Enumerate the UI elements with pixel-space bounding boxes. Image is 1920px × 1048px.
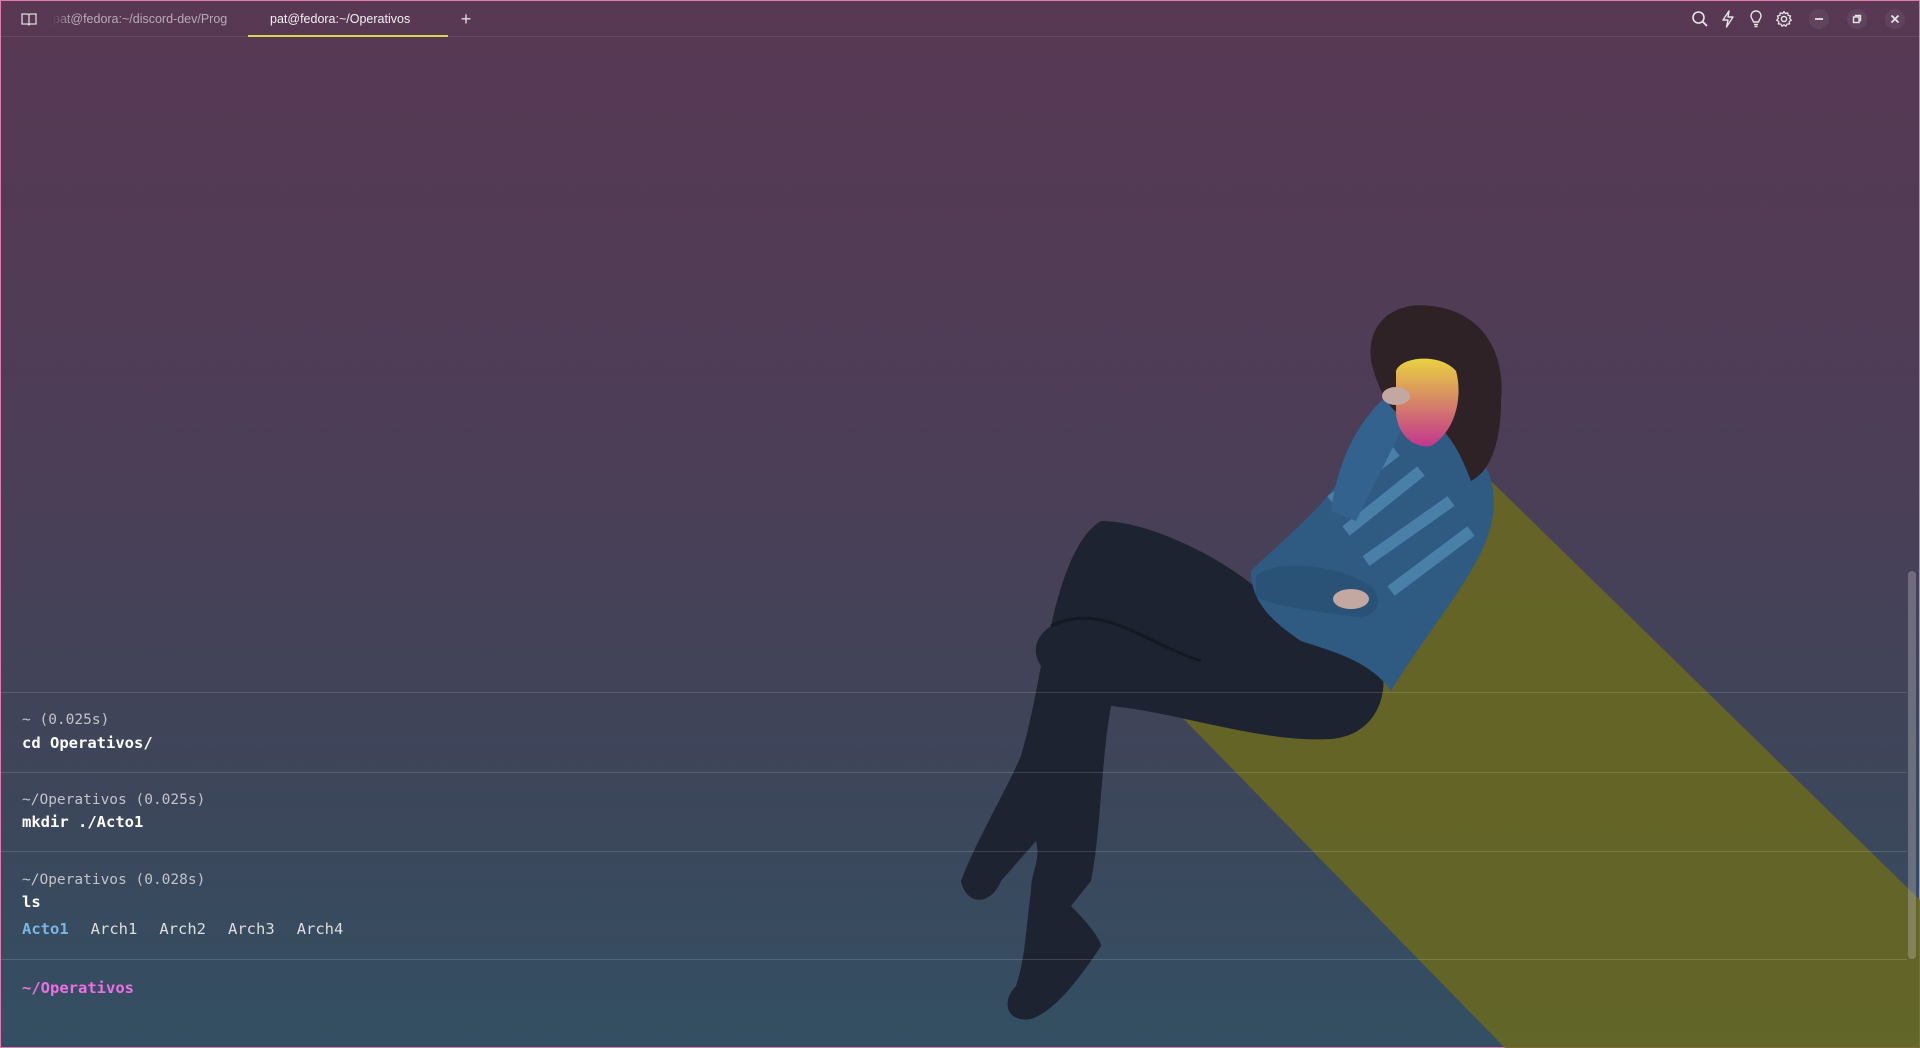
file-entry: Arch4 xyxy=(296,920,344,938)
tab-label: pat@fedora:~/Operativos xyxy=(270,12,411,26)
block-command: mkdir ./Acto1 xyxy=(22,813,144,831)
lightning-icon[interactable] xyxy=(1718,9,1738,29)
block-divider xyxy=(1,851,1907,852)
block-meta: ~/Operativos (0.028s) xyxy=(22,872,206,888)
title-bar: pat@fedora:~/discord-dev/Prog pat@fedora… xyxy=(1,1,1919,37)
block-command: ls xyxy=(22,893,41,911)
tab-operativos[interactable]: pat@fedora:~/Operativos xyxy=(248,1,448,37)
restore-icon[interactable] xyxy=(1846,8,1868,30)
file-entry: Arch1 xyxy=(90,920,138,938)
directory-entry: Acto1 xyxy=(22,920,69,938)
tab-label: pat@fedora:~/discord-dev/Prog xyxy=(53,12,228,26)
wallpaper-illustration xyxy=(961,305,1920,1048)
block-command: cd Operativos/ xyxy=(22,734,153,752)
file-entry: Arch3 xyxy=(228,920,275,938)
file-entry: Arch2 xyxy=(159,920,207,938)
scrollbar-thumb[interactable] xyxy=(1908,571,1916,959)
block-meta: ~/Operativos (0.025s) xyxy=(22,792,206,808)
block-divider xyxy=(1,959,1907,960)
lightbulb-icon[interactable] xyxy=(1746,9,1766,29)
search-icon[interactable] xyxy=(1690,9,1710,29)
new-tab-button[interactable]: + xyxy=(456,9,476,29)
close-icon[interactable] xyxy=(1884,8,1906,30)
gear-icon[interactable] xyxy=(1774,9,1794,29)
sidebar-toggle-icon[interactable] xyxy=(20,10,38,28)
input-prompt[interactable]: ~/Operativos xyxy=(22,979,134,997)
block-divider xyxy=(1,772,1907,773)
ls-output: Acto1 Arch1 Arch2 Arch3 Arch4 xyxy=(22,920,343,938)
minimize-icon[interactable] xyxy=(1808,8,1830,30)
block-meta: ~ (0.025s) xyxy=(22,712,110,728)
tab-discord-dev[interactable]: pat@fedora:~/discord-dev/Prog xyxy=(53,1,243,37)
block-divider xyxy=(1,692,1907,693)
